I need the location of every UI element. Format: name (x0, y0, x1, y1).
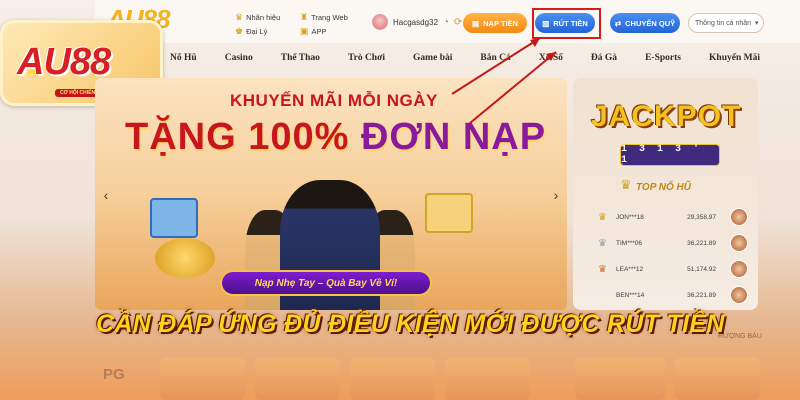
settings-icon[interactable]: ◔ (443, 17, 449, 28)
game-tile[interactable] (255, 358, 340, 400)
crown-bronze-icon: ♛ (598, 263, 607, 275)
pg-logo: PG (103, 366, 125, 383)
promo-subtitle: KHUYẾN MÃI MỖI NGÀY (230, 91, 438, 110)
crown-silver-icon: ♛ (598, 237, 607, 249)
trophy-icon: ♛ (620, 177, 632, 192)
chevron-down-icon: ▾ (755, 20, 759, 27)
withdraw-highlight-box (532, 8, 601, 39)
nav-item-da-ga[interactable]: Đá Gà (591, 53, 617, 63)
refresh-icon[interactable]: ⟳ (454, 17, 462, 28)
crown-gold-icon: ♛ (598, 211, 607, 223)
game-thumbnail[interactable] (730, 234, 748, 252)
gift-box-image (425, 193, 473, 233)
crown-icon: ♚ (235, 26, 244, 36)
list-item: ♛ LEA***12 51,174.92 (598, 256, 748, 282)
top-no-hu-label: TOP NỔ HŨ (636, 182, 692, 193)
game-tile[interactable] (575, 358, 665, 400)
jackpot-ranking: ♛ JON***18 29,358.97 ♛ TIM***06 36,221.8… (598, 204, 748, 308)
nav-item-tro-choi[interactable]: Trò Chơi (348, 53, 385, 63)
deposit-button[interactable]: ▤ NẠP TIỀN (463, 13, 527, 33)
nav-item-ban-ca[interactable]: Bắn Cá (480, 53, 510, 63)
nav-item-xo-so[interactable]: Xổ Số (539, 53, 563, 63)
username: Hacgasdg32 (393, 17, 438, 27)
gift-box-image (150, 198, 198, 238)
promo-slogan: Nạp Nhẹ Tay – Quà Bay Về Ví! (220, 270, 432, 296)
promo-title: TẶNG 100% ĐƠN NẠP (125, 116, 547, 158)
game-tile[interactable] (445, 358, 530, 400)
nav-item-e-sports[interactable]: E-Sports (645, 53, 681, 63)
caption-text: CẦN ĐÁP ỨNG ĐỦ ĐIỀU KIỆN MỚI ĐƯỢC RÚT TI… (96, 310, 725, 338)
jackpot-counter: 1 3 1 3 ' 1 (620, 144, 720, 166)
quick-link-dai-ly[interactable]: ♚ Đại Lý (235, 26, 267, 37)
user-info[interactable]: Hacgasdg32 ◔ ⟳ (372, 14, 462, 30)
game-thumbnail[interactable] (730, 208, 748, 226)
account-select[interactable]: Thông tin cá nhân ▾ (688, 13, 764, 33)
trophy-icon: ♛ (235, 12, 244, 22)
nav-item-khuyen-mai[interactable]: Khuyến Mãi (709, 53, 760, 63)
cup-icon: ♜ (300, 12, 309, 22)
quick-link-trang-web[interactable]: ♜ Trang Web (300, 12, 348, 23)
logo-text: AU88 (17, 41, 111, 83)
chevron-left-icon[interactable]: ‹ (99, 188, 113, 202)
game-tile[interactable] (160, 358, 245, 400)
jackpot-title: JACKPOT (591, 100, 742, 133)
quick-link-nhan-hieu[interactable]: ♛ Nhãn hiệu (235, 12, 280, 23)
quick-link-app[interactable]: ▣ APP (300, 26, 327, 37)
app-icon: ▣ (300, 26, 309, 36)
nav-item-no-hu[interactable]: Nổ Hũ (170, 53, 197, 63)
game-tile[interactable] (350, 358, 435, 400)
nav-item-the-thao[interactable]: Thể Thao (281, 53, 320, 63)
nav-item-game-bai[interactable]: Game bài (413, 53, 452, 63)
avatar[interactable] (372, 14, 388, 30)
game-thumbnail[interactable] (730, 260, 748, 278)
list-item: BEN***14 36,221.89 (598, 282, 748, 308)
jackpot-panel: JACKPOT 1 3 1 3 ' 1 ♛ TOP NỔ HŨ ♛ JON***… (573, 78, 758, 310)
game-thumbnail[interactable] (730, 286, 748, 304)
hero-banner[interactable]: KHUYẾN MÃI MỖI NGÀY TẶNG 100% ĐƠN NẠP Nạ… (95, 78, 567, 310)
coins-image (155, 238, 215, 278)
list-item: ♛ JON***18 29,358.97 (598, 204, 748, 230)
chevron-right-icon[interactable]: › (549, 188, 563, 202)
deposit-icon: ▤ (472, 18, 480, 28)
game-tile[interactable] (675, 358, 760, 400)
transfer-icon: ⇄ (614, 18, 622, 28)
main-nav: Nổ Hũ Casino Thể Thao Trò Chơi Game bài … (160, 43, 770, 73)
nav-item-casino[interactable]: Casino (225, 53, 253, 63)
transfer-button[interactable]: ⇄ CHUYỂN QUỸ (610, 13, 680, 33)
list-item: ♛ TIM***06 36,221.89 (598, 230, 748, 256)
